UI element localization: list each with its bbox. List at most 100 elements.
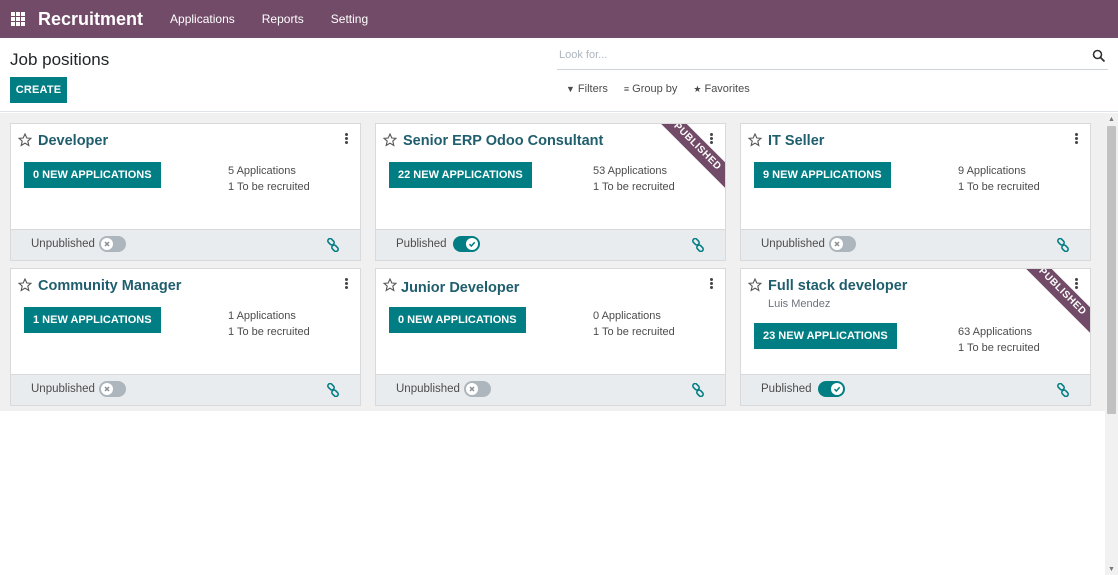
job-stats: 5 Applications 1 To be recruited xyxy=(228,163,310,195)
x-icon xyxy=(834,241,840,247)
toggle-knob xyxy=(466,238,478,250)
job-card[interactable]: PUBLISHED Full stack developer Luis Mend… xyxy=(740,268,1091,406)
link-icon[interactable] xyxy=(326,383,340,397)
job-stats: 53 Applications 1 To be recruited xyxy=(593,163,675,195)
job-card[interactable]: Junior Developer 0 NEW APPLICATIONS 0 Ap… xyxy=(375,268,726,406)
job-title[interactable]: Senior ERP Odoo Consultant xyxy=(403,133,603,149)
publish-toggle[interactable] xyxy=(99,236,126,252)
filter-icon: ▼ xyxy=(566,84,575,94)
more-options-icon[interactable] xyxy=(345,133,349,145)
link-icon[interactable] xyxy=(1056,383,1070,397)
job-card[interactable]: PUBLISHED Senior ERP Odoo Consultant 22 … xyxy=(375,123,726,261)
more-options-icon[interactable] xyxy=(1075,133,1079,145)
to-recruit-count: 1 To be recruited xyxy=(958,342,1040,354)
publish-toggle[interactable] xyxy=(99,381,126,397)
job-stats: 0 Applications 1 To be recruited xyxy=(593,308,675,340)
search-icon[interactable] xyxy=(1092,49,1106,63)
new-applications-button[interactable]: 23 NEW APPLICATIONS xyxy=(754,323,897,349)
scrollbar-thumb[interactable] xyxy=(1107,126,1116,414)
groupby-label: Group by xyxy=(632,83,678,95)
new-applications-button[interactable]: 9 NEW APPLICATIONS xyxy=(754,162,891,188)
new-applications-button[interactable]: 1 NEW APPLICATIONS xyxy=(24,307,161,333)
more-options-icon[interactable] xyxy=(1075,278,1079,290)
job-card[interactable]: IT Seller 9 NEW APPLICATIONS 9 Applicati… xyxy=(740,123,1091,261)
card-footer: Published xyxy=(741,374,1090,405)
applications-count[interactable]: 9 Applications xyxy=(958,163,1040,179)
x-icon xyxy=(104,241,110,247)
app-brand[interactable]: Recruitment xyxy=(38,9,143,30)
applications-count[interactable]: 5 Applications xyxy=(228,163,310,179)
create-button[interactable]: CREATE xyxy=(10,77,67,103)
menu-reports[interactable]: Reports xyxy=(262,12,304,26)
vertical-scrollbar[interactable]: ▲ ▼ xyxy=(1105,113,1118,575)
publish-status: Unpublished xyxy=(31,238,95,250)
search-input[interactable] xyxy=(559,49,1059,61)
job-card[interactable]: Community Manager 1 NEW APPLICATIONS 1 A… xyxy=(10,268,361,406)
apps-menu-icon[interactable] xyxy=(11,12,25,26)
toggle-knob xyxy=(466,383,478,395)
scroll-down-arrow-icon[interactable]: ▼ xyxy=(1108,566,1115,573)
check-icon xyxy=(468,241,476,248)
menu-applications[interactable]: Applications xyxy=(170,12,235,26)
link-icon[interactable] xyxy=(691,238,705,252)
filters-label: Filters xyxy=(577,83,608,95)
groupby-dropdown[interactable]: ≡ Group by xyxy=(624,83,678,95)
applications-count[interactable]: 0 Applications xyxy=(593,308,675,324)
to-recruit-count: 1 To be recruited xyxy=(228,181,310,193)
scroll-up-arrow-icon[interactable]: ▲ xyxy=(1108,116,1115,123)
applications-count[interactable]: 1 Applications xyxy=(228,308,310,324)
job-title[interactable]: IT Seller xyxy=(768,133,824,149)
publish-toggle[interactable] xyxy=(464,381,491,397)
favorites-label: Favorites xyxy=(704,83,750,95)
link-icon[interactable] xyxy=(326,238,340,252)
more-options-icon[interactable] xyxy=(710,278,714,290)
star-favorite-icon[interactable] xyxy=(383,278,397,292)
menu-setting[interactable]: Setting xyxy=(331,12,368,26)
check-icon xyxy=(833,386,841,393)
star-favorite-icon[interactable] xyxy=(383,133,397,147)
job-title[interactable]: Junior Developer xyxy=(401,280,519,296)
job-stats: 1 Applications 1 To be recruited xyxy=(228,308,310,340)
publish-toggle[interactable] xyxy=(818,381,845,397)
job-title[interactable]: Developer xyxy=(38,133,108,149)
x-icon xyxy=(469,386,475,392)
new-applications-button[interactable]: 0 NEW APPLICATIONS xyxy=(389,307,526,333)
applications-count[interactable]: 53 Applications xyxy=(593,163,675,179)
job-title[interactable]: Community Manager xyxy=(38,278,181,294)
new-applications-button[interactable]: 22 NEW APPLICATIONS xyxy=(389,162,532,188)
more-options-icon[interactable] xyxy=(710,133,714,145)
toggle-knob xyxy=(831,238,843,250)
filters-dropdown[interactable]: ▼ Filters xyxy=(566,83,608,95)
star-filled-icon: ★ xyxy=(693,83,702,94)
star-favorite-icon[interactable] xyxy=(748,133,762,147)
link-icon[interactable] xyxy=(691,383,705,397)
to-recruit-count: 1 To be recruited xyxy=(593,181,675,193)
list-icon: ≡ xyxy=(623,84,630,94)
more-options-icon[interactable] xyxy=(345,278,349,290)
applications-count[interactable]: 63 Applications xyxy=(958,324,1040,340)
job-title[interactable]: Full stack developer xyxy=(768,278,907,294)
x-icon xyxy=(104,386,110,392)
toggle-knob xyxy=(101,238,113,250)
card-footer: Unpublished xyxy=(11,374,360,405)
star-favorite-icon[interactable] xyxy=(748,278,762,292)
card-footer: Unpublished xyxy=(11,229,360,260)
to-recruit-count: 1 To be recruited xyxy=(958,181,1040,193)
new-applications-button[interactable]: 0 NEW APPLICATIONS xyxy=(24,162,161,188)
job-card[interactable]: Developer 0 NEW APPLICATIONS 5 Applicati… xyxy=(10,123,361,261)
favorites-dropdown[interactable]: ★ Favorites xyxy=(693,83,749,95)
publish-toggle[interactable] xyxy=(829,236,856,252)
publish-status: Unpublished xyxy=(31,383,95,395)
job-stats: 63 Applications 1 To be recruited xyxy=(958,324,1040,356)
link-icon[interactable] xyxy=(1056,238,1070,252)
publish-toggle[interactable] xyxy=(453,236,480,252)
to-recruit-count: 1 To be recruited xyxy=(228,326,310,338)
star-favorite-icon[interactable] xyxy=(18,133,32,147)
job-stats: 9 Applications 1 To be recruited xyxy=(958,163,1040,195)
publish-status: Published xyxy=(396,238,447,250)
top-navbar: Recruitment Applications Reports Setting xyxy=(0,0,1118,38)
publish-status: Unpublished xyxy=(396,383,460,395)
job-company: Luis Mendez xyxy=(768,298,831,310)
toggle-knob xyxy=(831,383,843,395)
star-favorite-icon[interactable] xyxy=(18,278,32,292)
